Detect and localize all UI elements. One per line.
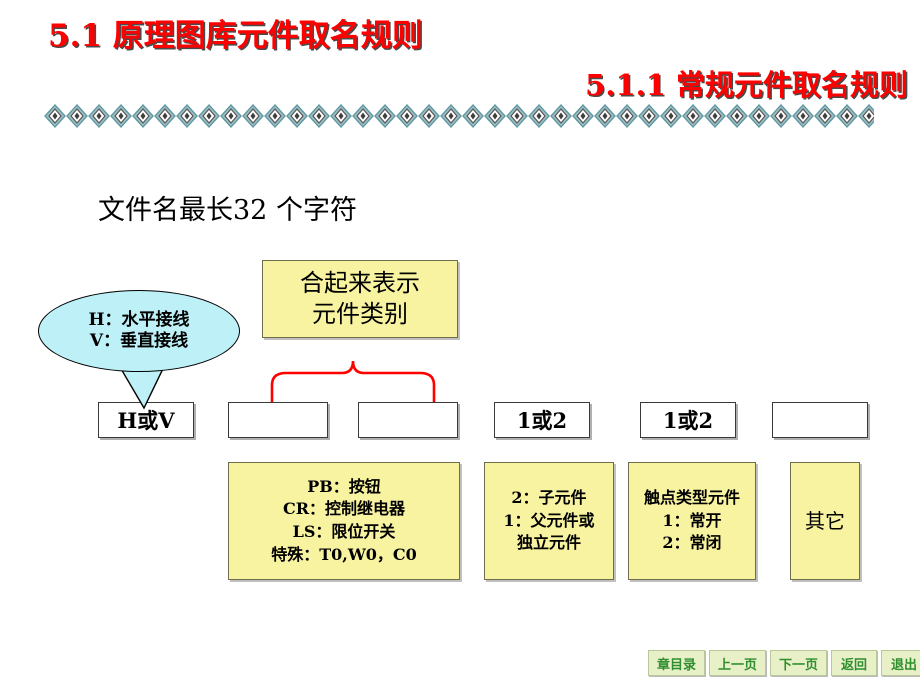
slot-label: 1或2 <box>516 408 568 433</box>
category-line-1: 合起来表示 <box>300 268 420 297</box>
legend-line: 独立元件 <box>516 533 581 553</box>
legend-other: 其它 <box>790 462 860 580</box>
callout-line-2: V：垂直接线 <box>89 331 189 351</box>
nav-button-next-page[interactable]: 下一页 <box>770 650 828 676</box>
slot-box-contact[interactable]: 1或2 <box>640 402 736 438</box>
legend-line: 其它 <box>805 508 845 533</box>
legend-line: 2：常闭 <box>662 533 722 553</box>
callout-line-1: H：水平接线 <box>88 309 190 330</box>
slot-box-type-1[interactable] <box>228 402 328 438</box>
legend-line: LS：限位开关 <box>292 522 396 541</box>
slot-box-other[interactable] <box>772 402 868 438</box>
legend-line: 1：父元件或 <box>503 510 595 530</box>
legend-line: 触点类型元件 <box>643 487 740 507</box>
slot-box-type-2[interactable] <box>358 402 458 438</box>
nav-button-previous-page[interactable]: 上一页 <box>709 650 767 676</box>
legend-contact-type: 触点类型元件 1：常开 2：常闭 <box>628 462 756 580</box>
nav-button-chapter-contents[interactable]: 章目录 <box>648 650 706 676</box>
legend-hierarchy: 2：子元件 1：父元件或 独立元件 <box>484 462 614 580</box>
decorative-divider <box>44 103 874 129</box>
slot-box-hierarchy[interactable]: 1或2 <box>494 402 590 438</box>
orientation-callout: H：水平接线 V：垂直接线 <box>38 290 240 372</box>
legend-line: 2：子元件 <box>511 487 587 507</box>
legend-line: 特殊：T0,W0，C0 <box>271 544 417 564</box>
legend-line: CR：控制继电器 <box>282 499 406 519</box>
nav-button-exit[interactable]: 退出 <box>881 650 920 676</box>
legend-line: PB：按钮 <box>307 476 381 496</box>
category-box: 合起来表示 元件类别 <box>262 260 458 338</box>
page-subtitle: 5.1.1 常规元件取名规则 <box>585 68 908 102</box>
slot-label: 1或2 <box>662 408 714 433</box>
legend-line: 1：常开 <box>662 510 722 530</box>
page-title: 5.1 原理图库元件取名规则 <box>48 18 423 54</box>
caption-text: 文件名最长32 个字符 <box>98 195 357 226</box>
nav-button-back[interactable]: 返回 <box>831 650 878 676</box>
legend-component-type: PB：按钮 CR：控制继电器 LS：限位开关 特殊：T0,W0，C0 <box>228 462 460 580</box>
navigation-bar: 章目录 上一页 下一页 返回 退出 <box>648 650 920 676</box>
category-line-2: 元件类别 <box>312 300 408 328</box>
